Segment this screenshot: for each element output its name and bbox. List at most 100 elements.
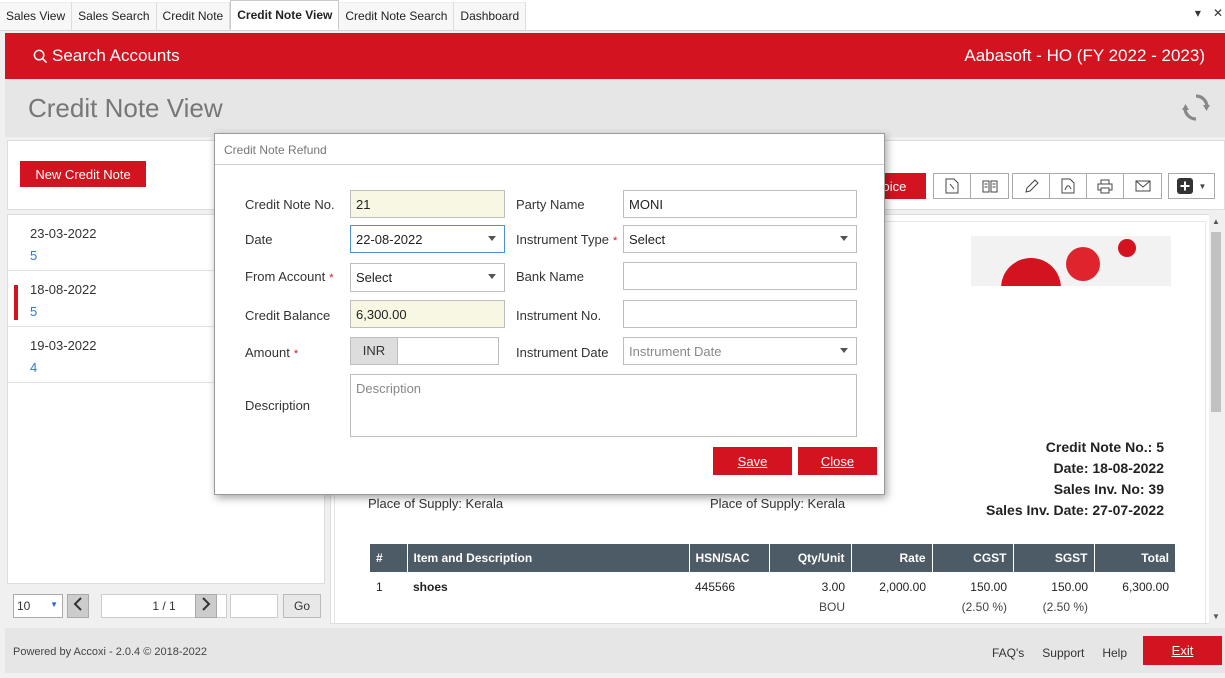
- tab-credit-note-search[interactable]: Credit Note Search: [339, 2, 455, 30]
- date-label: Date: [245, 232, 273, 247]
- instrument-date-placeholder: Instrument Date: [629, 344, 722, 359]
- faq-link[interactable]: FAQ's: [992, 646, 1024, 660]
- col-header: SGST: [1013, 544, 1095, 572]
- cell-item: shoes: [407, 572, 689, 614]
- tab-sales-search[interactable]: Sales Search: [72, 2, 157, 30]
- chevron-right-icon: [202, 597, 211, 611]
- title-band: Credit Note View: [5, 79, 1225, 137]
- cell-hsn: 445566: [695, 580, 736, 594]
- credit-note-no-label: Credit Note No.: [245, 197, 335, 212]
- pager: 10 ▼ 1 / 1 Go: [7, 588, 325, 624]
- scroll-down-icon[interactable]: ▼: [1212, 612, 1220, 621]
- description-textarea[interactable]: Description: [350, 374, 857, 437]
- pdf-icon[interactable]: [1050, 174, 1087, 198]
- instrument-type-label: Instrument Type *: [516, 232, 617, 247]
- scroll-up-icon[interactable]: ▲: [1212, 217, 1220, 226]
- document-scrollbar[interactable]: ▲ ▼: [1209, 214, 1223, 624]
- search-accounts-label: Search Accounts: [52, 46, 180, 65]
- chevron-down-icon: [488, 236, 496, 241]
- print-icon[interactable]: [1087, 174, 1124, 198]
- chevron-down-icon: [840, 236, 848, 241]
- tab-dropdown-icon[interactable]: ▾: [1195, 6, 1201, 20]
- required-mark: *: [612, 235, 618, 247]
- credit-note-refund-dialog: Credit Note Refund Credit Note No. 21 Da…: [214, 133, 885, 495]
- col-header: #: [370, 544, 408, 572]
- chevron-down-icon: [488, 274, 496, 279]
- bank-name-label: Bank Name: [516, 269, 584, 284]
- sales-invoice-number: Sales Inv. No: 39: [1053, 481, 1164, 497]
- sgst-percent: (2.50 %): [1042, 600, 1088, 614]
- sgst-value: 150.00: [1051, 580, 1088, 594]
- new-document-icon[interactable]: [934, 174, 971, 198]
- table-row: 1 shoes 445566 3.00 BOU 2,000.00 150.00 (2…: [370, 572, 1175, 614]
- book-icon[interactable]: [971, 174, 1008, 198]
- instrument-date-field[interactable]: Instrument Date: [623, 337, 857, 365]
- exit-button[interactable]: Exit: [1143, 636, 1222, 665]
- qty-value: 3.00: [821, 580, 845, 594]
- save-button[interactable]: Save: [713, 447, 792, 475]
- cell-rate: 2,000.00: [879, 580, 926, 594]
- search-icon: [33, 49, 48, 63]
- place-of-supply-billing: Place of Supply: Kerala: [368, 496, 504, 511]
- from-account-select[interactable]: Select: [350, 263, 505, 292]
- mail-icon[interactable]: [1124, 174, 1161, 198]
- instrument-date-label: Instrument Date: [516, 345, 609, 360]
- instrument-no-label: Instrument No.: [516, 308, 602, 323]
- tab-credit-note[interactable]: Credit Note: [156, 2, 231, 30]
- dialog-title: Credit Note Refund: [215, 134, 884, 165]
- items-table: # Item and Description HSN/SAC Qty/Unit …: [370, 544, 1175, 614]
- from-account-label-text: From Account: [245, 269, 326, 284]
- instrument-type-select[interactable]: Select: [623, 225, 857, 253]
- footer: Powered by Accoxi - 2.0.4 © 2018-2022 FA…: [5, 628, 1225, 673]
- search-accounts-button[interactable]: Search Accounts: [33, 46, 180, 66]
- next-page-button[interactable]: [195, 594, 217, 618]
- col-header: Total: [1094, 544, 1175, 572]
- refresh-icon[interactable]: [1181, 91, 1211, 133]
- chevron-down-icon: ▼: [1198, 181, 1207, 191]
- more-actions-button[interactable]: ▼: [1168, 173, 1215, 199]
- toolbar-group-2: [1012, 173, 1162, 199]
- scrollbar-thumb[interactable]: [1211, 232, 1221, 412]
- close-button[interactable]: Close: [798, 447, 877, 475]
- credit-note-no-field: 21: [350, 190, 505, 218]
- cgst-percent: (2.50 %): [961, 600, 1007, 614]
- company-logo: [971, 236, 1171, 286]
- description-label: Description: [245, 398, 311, 413]
- instrument-type-label-text: Instrument Type: [516, 232, 609, 247]
- chevron-down-icon: ▼: [50, 600, 58, 609]
- cell-total: 6,300.00: [1122, 580, 1169, 594]
- app-header: Search Accounts Aabasoft - HO (FY 2022 -…: [5, 33, 1225, 79]
- cgst-value: 150.00: [970, 580, 1007, 594]
- tab-sales-view[interactable]: Sales View: [0, 2, 73, 30]
- tab-dashboard[interactable]: Dashboard: [454, 2, 527, 30]
- page-number-input[interactable]: [230, 594, 278, 618]
- credit-balance-label: Credit Balance: [245, 308, 331, 323]
- bank-name-input[interactable]: [623, 262, 857, 290]
- col-header: Qty/Unit: [769, 544, 852, 572]
- party-name-field[interactable]: MONI: [623, 190, 857, 218]
- prev-page-button[interactable]: [67, 594, 89, 618]
- toolbar-group-1: [933, 173, 1009, 199]
- credit-note-number: Credit Note No.: 5: [1045, 439, 1164, 455]
- place-of-supply-shipping: Place of Supply: Kerala: [710, 496, 846, 511]
- unit-value: BOU: [818, 600, 845, 614]
- amount-input[interactable]: [397, 337, 499, 365]
- instrument-no-input[interactable]: [623, 300, 857, 328]
- amount-label: Amount *: [245, 345, 298, 360]
- currency-badge: INR: [350, 337, 398, 365]
- edit-icon[interactable]: [1013, 174, 1050, 198]
- go-button[interactable]: Go: [283, 594, 321, 618]
- date-field[interactable]: 22-08-2022: [350, 225, 505, 253]
- new-credit-note-button[interactable]: New Credit Note: [20, 161, 146, 187]
- tab-close-icon[interactable]: ✕: [1213, 6, 1223, 20]
- tab-credit-note-view[interactable]: Credit Note View: [230, 0, 340, 30]
- from-account-label: From Account *: [245, 269, 333, 284]
- cell-no: 1: [376, 580, 383, 594]
- plus-icon: [1176, 178, 1193, 194]
- page-size-select[interactable]: 10 ▼: [13, 594, 63, 618]
- from-account-value: Select: [356, 270, 393, 285]
- support-link[interactable]: Support: [1042, 646, 1084, 660]
- col-header: HSN/SAC: [689, 544, 770, 572]
- credit-balance-field: 6,300.00: [350, 300, 505, 328]
- help-link[interactable]: Help: [1102, 646, 1127, 660]
